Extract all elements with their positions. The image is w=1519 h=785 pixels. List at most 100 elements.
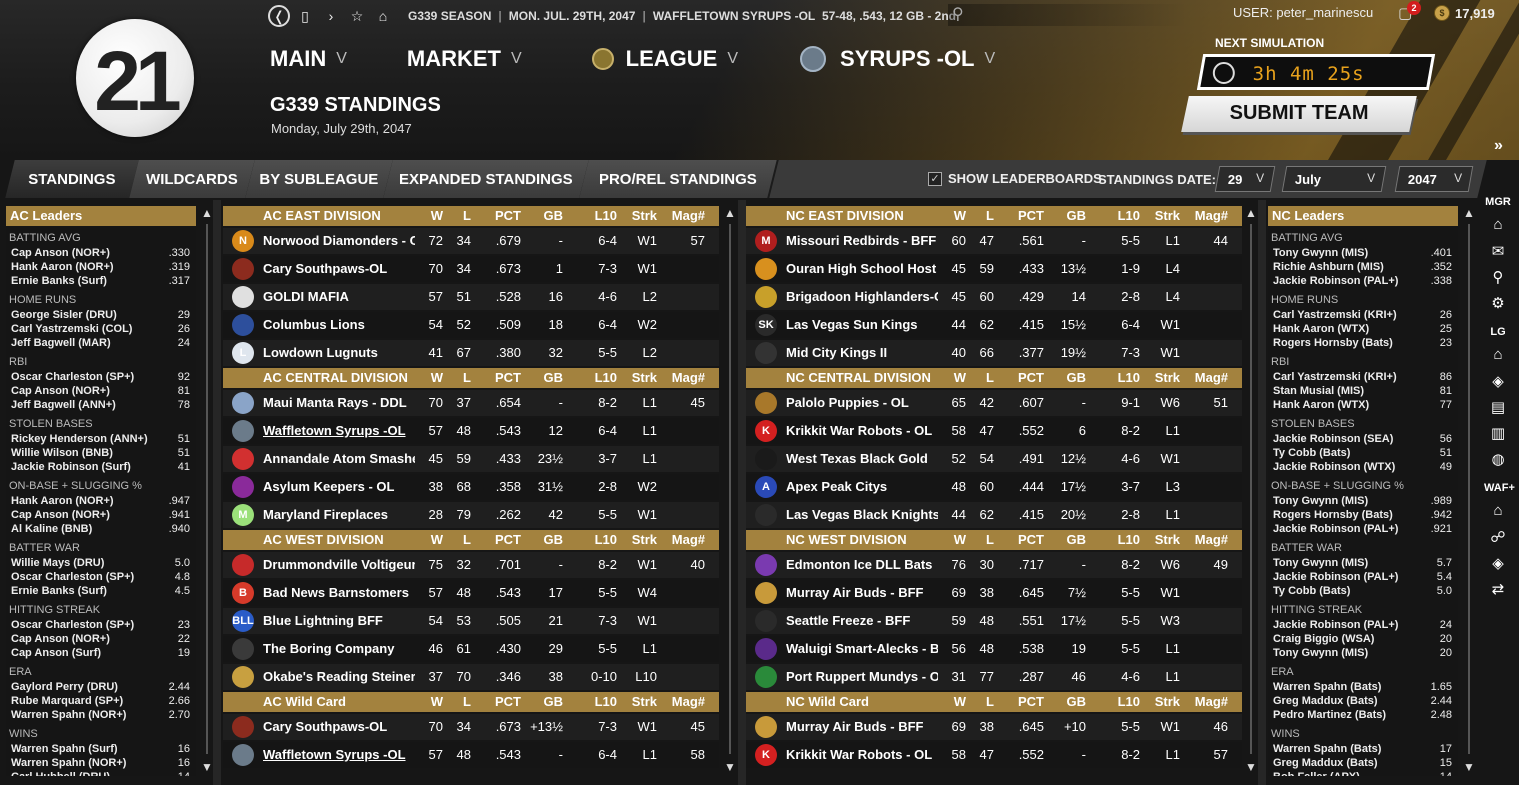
- scroll-down-icon[interactable]: ▼: [1244, 760, 1258, 774]
- leader-row[interactable]: Oscar Charleston (SP+) 92: [6, 370, 196, 384]
- column-header-strk[interactable]: Strk: [617, 692, 657, 712]
- team-logo-icon[interactable]: [232, 476, 254, 498]
- team-logo-icon[interactable]: B: [232, 582, 254, 604]
- team-name-link[interactable]: Waffletown Syrups -OL: [263, 418, 415, 444]
- scroll-track[interactable]: [729, 224, 731, 754]
- notifications-icon[interactable]: ▢ 2: [1398, 1, 1421, 26]
- leader-row[interactable]: Cap Anson (NOR+) .330: [6, 246, 196, 260]
- column-header-w[interactable]: W: [415, 368, 443, 388]
- leader-row[interactable]: Oscar Charleston (SP+) 4.8: [6, 570, 196, 584]
- scroll-down-icon[interactable]: ▼: [723, 760, 737, 774]
- column-header-strk[interactable]: Strk: [1140, 206, 1180, 226]
- nc-leaders-scrollbar[interactable]: ▲ ▼: [1462, 206, 1476, 774]
- leader-row[interactable]: Jeff Bagwell (MAR) 24: [6, 336, 196, 350]
- leader-row[interactable]: Hank Aaron (WTX) 77: [1268, 398, 1458, 412]
- baseball-icon[interactable]: ◍: [1484, 450, 1512, 468]
- team-name-link[interactable]: Seattle Freeze - BFF: [786, 608, 938, 634]
- team-name-link[interactable]: Columbus Lions: [263, 312, 415, 338]
- column-header-w[interactable]: W: [415, 530, 443, 550]
- nc-standings-scrollbar[interactable]: ▲ ▼: [1244, 206, 1258, 774]
- scroll-up-icon[interactable]: ▲: [200, 206, 214, 220]
- team-logo-icon[interactable]: [755, 610, 777, 632]
- column-header-gb[interactable]: GB: [1044, 368, 1087, 388]
- team-name-link[interactable]: Las Vegas Black Knights: [786, 502, 938, 528]
- scroll-down-icon[interactable]: ▼: [200, 760, 214, 774]
- team-name-link[interactable]: Apex Peak Citys: [786, 474, 938, 500]
- column-header-l10[interactable]: L10: [1086, 368, 1140, 388]
- column-header-l10[interactable]: L10: [1086, 530, 1140, 550]
- day-select[interactable]: 29 V: [1214, 166, 1276, 192]
- leader-row[interactable]: Warren Spahn (Bats) 1.65: [1268, 680, 1458, 694]
- column-header-l[interactable]: L: [443, 530, 471, 550]
- column-header-strk[interactable]: Strk: [1140, 368, 1180, 388]
- leader-row[interactable]: Ty Cobb (Bats) 51: [1268, 446, 1458, 460]
- leader-row[interactable]: Jackie Robinson (PAL+) 24: [1268, 618, 1458, 632]
- column-header-w[interactable]: W: [415, 206, 443, 226]
- leader-row[interactable]: Stan Musial (MIS) 81: [1268, 384, 1458, 398]
- leader-row[interactable]: Willie Wilson (BNB) 51: [6, 446, 196, 460]
- scroll-up-icon[interactable]: ▲: [1244, 206, 1258, 220]
- team-logo-icon[interactable]: BLL: [232, 610, 254, 632]
- team-logo-icon[interactable]: [232, 554, 254, 576]
- team-name-link[interactable]: Okabe's Reading Steiner: [263, 664, 415, 690]
- column-header-l[interactable]: L: [966, 692, 994, 712]
- leader-row[interactable]: Warren Spahn (NOR+) 16: [6, 756, 196, 770]
- user-label[interactable]: USER: peter_marinescu: [1233, 5, 1373, 20]
- team-logo-icon[interactable]: M: [232, 504, 254, 526]
- nav-market[interactable]: MARKET V: [407, 46, 522, 72]
- team-logo-icon[interactable]: [232, 638, 254, 660]
- column-header-gb[interactable]: GB: [1044, 530, 1087, 550]
- team-home-icon[interactable]: ⌂: [1484, 502, 1512, 519]
- column-header-pct[interactable]: PCT: [471, 692, 521, 712]
- column-header-w[interactable]: W: [938, 530, 966, 550]
- team-logo-icon[interactable]: K: [755, 420, 777, 442]
- team-logo-icon[interactable]: [232, 666, 254, 688]
- news-icon[interactable]: ▤: [1484, 398, 1512, 416]
- column-header-strk[interactable]: Strk: [1140, 692, 1180, 712]
- leader-row[interactable]: Cap Anson (NOR+) 22: [6, 632, 196, 646]
- leader-row[interactable]: Ty Cobb (Bats) 5.0: [1268, 584, 1458, 598]
- ac-leaders-scrollbar[interactable]: ▲ ▼: [200, 206, 214, 774]
- scroll-down-icon[interactable]: ▼: [1462, 760, 1476, 774]
- column-header-l10[interactable]: L10: [563, 368, 617, 388]
- team-name-link[interactable]: Asylum Keepers - OL: [263, 474, 415, 500]
- column-header-mag[interactable]: Mag#: [1180, 206, 1232, 226]
- stats-icon[interactable]: ▥: [1484, 424, 1512, 442]
- team-logo-icon[interactable]: M: [755, 230, 777, 252]
- team-name-link[interactable]: Murray Air Buds - BFF: [786, 580, 938, 606]
- team-logo-icon[interactable]: [755, 504, 777, 526]
- team-logo-icon[interactable]: [232, 286, 254, 308]
- column-header-gb[interactable]: GB: [521, 368, 564, 388]
- team-name-link[interactable]: Palolo Puppies - OL: [786, 390, 938, 416]
- team-name-link[interactable]: Waluigi Smart-Alecks - BFF: [786, 636, 938, 662]
- page-icon[interactable]: ▯: [294, 5, 316, 27]
- leader-row[interactable]: Warren Spahn (Surf) 16: [6, 742, 196, 756]
- roster-icon[interactable]: ☍: [1484, 528, 1512, 546]
- team-name-link[interactable]: Maryland Fireplaces: [263, 502, 415, 528]
- transfer-icon[interactable]: ⇄: [1484, 580, 1512, 598]
- nav-league[interactable]: LEAGUE V: [591, 46, 738, 72]
- leader-row[interactable]: Tony Gwynn (MIS) .989: [1268, 494, 1458, 508]
- team-logo-icon[interactable]: [755, 342, 777, 364]
- column-header-l10[interactable]: L10: [563, 530, 617, 550]
- column-header-strk[interactable]: Strk: [617, 368, 657, 388]
- ac-standings-scrollbar[interactable]: ▲ ▼: [723, 206, 737, 774]
- column-header-pct[interactable]: PCT: [994, 530, 1044, 550]
- column-header-l[interactable]: L: [443, 692, 471, 712]
- leader-row[interactable]: Hank Aaron (NOR+) .319: [6, 260, 196, 274]
- column-header-pct[interactable]: PCT: [994, 206, 1044, 226]
- column-header-strk[interactable]: Strk: [1140, 530, 1180, 550]
- team-name-link[interactable]: Waffletown Syrups -OL: [263, 742, 415, 768]
- month-select[interactable]: July V: [1281, 166, 1387, 192]
- team-name-link[interactable]: The Boring Company: [263, 636, 415, 662]
- team-logo-icon[interactable]: [755, 392, 777, 414]
- team-name-link[interactable]: Drummondville Voltigeurs: [263, 552, 415, 578]
- team-logo-icon[interactable]: [755, 666, 777, 688]
- column-header-mag[interactable]: Mag#: [657, 368, 709, 388]
- scroll-track[interactable]: [1468, 224, 1470, 754]
- team-name-link[interactable]: Edmonton Ice DLL Bats: [786, 552, 938, 578]
- collapse-icon[interactable]: »: [1494, 137, 1503, 155]
- column-header-pct[interactable]: PCT: [994, 368, 1044, 388]
- team-name-link[interactable]: Brigadoon Highlanders-OL: [786, 284, 938, 310]
- team-logo-icon[interactable]: [232, 258, 254, 280]
